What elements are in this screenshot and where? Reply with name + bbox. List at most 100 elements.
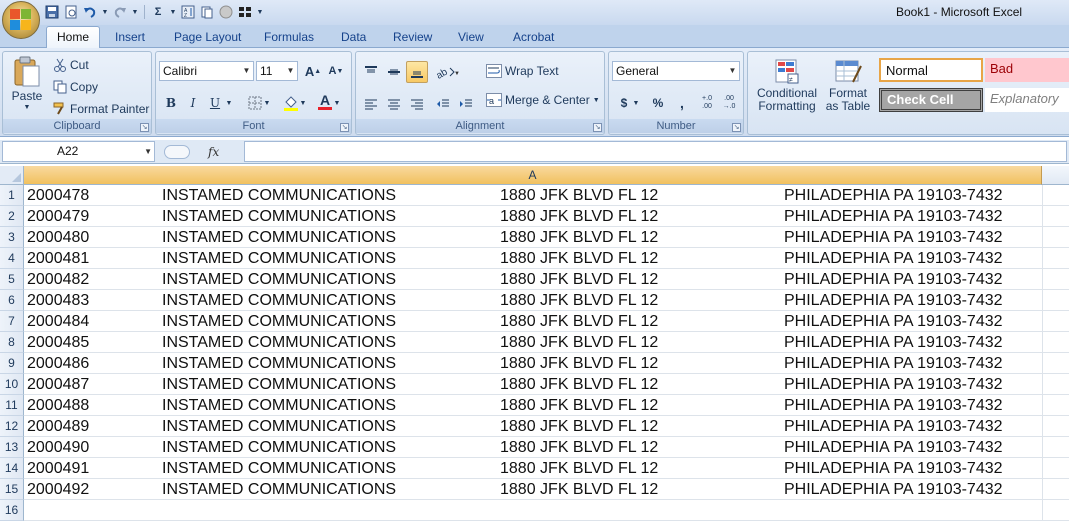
cell-column-b[interactable] [1042,395,1069,416]
table-row[interactable]: 2000492 INSTAMED COMMUNICATIONS 1880 JFK B… [24,479,1042,500]
row-header[interactable]: 5 [0,269,24,290]
select-all-button[interactable] [0,166,24,185]
undo-icon[interactable] [82,4,98,20]
align-top-button[interactable] [360,61,382,83]
font-launcher-icon[interactable]: ↘ [340,123,349,132]
row-header[interactable]: 13 [0,437,24,458]
bold-button[interactable]: B [160,92,182,114]
grid-view-icon[interactable] [237,4,253,20]
copy-format-icon[interactable] [199,4,215,20]
tab-review[interactable]: Review [389,28,436,48]
cell-column-b[interactable] [1042,269,1069,290]
print-preview-icon[interactable] [63,4,79,20]
row-header[interactable]: 3 [0,227,24,248]
table-row[interactable]: 2000487 INSTAMED COMMUNICATIONS 1880 JFK B… [24,374,1042,395]
row-header[interactable]: 2 [0,206,24,227]
redo-dropdown-icon[interactable]: ▼ [131,4,139,20]
row-header[interactable]: 10 [0,374,24,395]
align-bottom-button[interactable] [406,61,428,83]
underline-button[interactable]: U [204,92,226,114]
tab-page-layout[interactable]: Page Layout [170,28,245,48]
tab-formulas[interactable]: Formulas [260,28,318,48]
row-header[interactable]: 11 [0,395,24,416]
table-row[interactable]: 2000480 INSTAMED COMMUNICATIONS 1880 JFK B… [24,227,1042,248]
align-center-button[interactable] [383,93,405,115]
table-row[interactable]: 2000485 INSTAMED COMMUNICATIONS 1880 JFK B… [24,332,1042,353]
align-right-button[interactable] [406,93,428,115]
currency-dropdown-icon[interactable]: ▼ [631,92,641,114]
font-color-dropdown-icon[interactable]: ▼ [332,92,342,114]
row-header[interactable]: 15 [0,479,24,500]
row-header[interactable]: 6 [0,290,24,311]
paste-button[interactable]: Paste ▼ [7,56,47,118]
orientation-button[interactable]: ab ▼ [432,61,462,83]
table-row[interactable]: 2000483 INSTAMED COMMUNICATIONS 1880 JFK B… [24,290,1042,311]
save-icon[interactable] [44,4,60,20]
office-button[interactable] [2,1,40,39]
cell-column-b[interactable] [1042,500,1069,521]
row-header[interactable]: 14 [0,458,24,479]
clipboard-launcher-icon[interactable]: ↘ [140,123,149,132]
cell-column-b[interactable] [1042,437,1069,458]
format-painter-button[interactable]: Format Painter [53,102,149,116]
insert-function-icon[interactable]: fx [208,145,219,159]
table-row[interactable]: 2000478 INSTAMED COMMUNICATIONS 1880 JFK B… [24,185,1042,206]
number-format-dropdown-icon[interactable]: ▼ [726,62,739,80]
style-check-cell[interactable]: Check Cell [879,88,983,112]
number-format-combo[interactable]: General ▼ [612,61,740,81]
cell-column-b[interactable] [1042,479,1069,500]
table-row[interactable]: 2000482 INSTAMED COMMUNICATIONS 1880 JFK B… [24,269,1042,290]
cell-column-b[interactable] [1042,332,1069,353]
conditional-formatting-button[interactable]: ≠ Conditional Formatting [752,58,822,113]
cut-button[interactable]: Cut [53,58,89,72]
tab-data[interactable]: Data [337,28,370,48]
row-header[interactable]: 16 [0,500,24,521]
row-header[interactable]: 1 [0,185,24,206]
style-explanatory[interactable]: Explanatory [985,88,1069,112]
increase-decimal-button[interactable]: +.0 .00 [697,92,717,114]
cell-column-b[interactable] [1042,353,1069,374]
tab-acrobat[interactable]: Acrobat [509,28,558,48]
cell-column-b[interactable] [1042,416,1069,437]
autosum-icon[interactable]: Σ [150,4,166,20]
font-name-combo[interactable]: Calibri ▼ [159,61,254,81]
table-row[interactable]: 2000488 INSTAMED COMMUNICATIONS 1880 JFK B… [24,395,1042,416]
cell-column-b[interactable] [1042,185,1069,206]
style-normal[interactable]: Normal [879,58,983,82]
table-row[interactable]: 2000481 INSTAMED COMMUNICATIONS 1880 JFK B… [24,248,1042,269]
table-row[interactable]: 2000484 INSTAMED COMMUNICATIONS 1880 JFK B… [24,311,1042,332]
grow-font-button[interactable]: A ▲ [302,60,324,82]
paste-dropdown-icon[interactable]: ▼ [24,104,31,111]
table-row[interactable]: 2000490 INSTAMED COMMUNICATIONS 1880 JFK B… [24,437,1042,458]
row-header[interactable]: 8 [0,332,24,353]
row-header[interactable]: 12 [0,416,24,437]
number-launcher-icon[interactable]: ↘ [732,123,741,132]
redo-icon[interactable] [112,4,128,20]
formula-bar-expand-icon[interactable] [164,144,190,159]
column-header-a[interactable]: A [24,166,1042,185]
undo-dropdown-icon[interactable]: ▼ [101,4,109,20]
align-middle-button[interactable] [383,61,405,83]
sort-icon[interactable]: AZ [180,4,196,20]
row-header[interactable]: 7 [0,311,24,332]
font-size-combo[interactable]: 11 ▼ [256,61,298,81]
wrap-text-button[interactable]: Wrap Text [486,64,559,78]
style-bad[interactable]: Bad [985,58,1069,82]
cell-column-b[interactable] [1042,374,1069,395]
table-row[interactable] [24,500,1042,521]
underline-dropdown-icon[interactable]: ▼ [224,92,234,114]
borders-dropdown-icon[interactable]: ▼ [262,92,272,114]
merge-center-dropdown-icon[interactable]: ▼ [593,97,600,104]
cell-column-b[interactable] [1042,206,1069,227]
decrease-indent-button[interactable] [432,93,454,115]
table-row[interactable]: 2000486 INSTAMED COMMUNICATIONS 1880 JFK B… [24,353,1042,374]
cell-column-b[interactable] [1042,458,1069,479]
alignment-launcher-icon[interactable]: ↘ [593,123,602,132]
tab-home[interactable]: Home [46,26,101,49]
name-box[interactable]: A22 ▼ [2,141,155,162]
fill-color-dropdown-icon[interactable]: ▼ [298,92,308,114]
merge-center-button[interactable]: a Merge & Center ▼ [486,93,600,107]
row-header[interactable]: 9 [0,353,24,374]
column-header-next[interactable] [1042,166,1069,185]
copy-button[interactable]: Copy [53,80,98,94]
